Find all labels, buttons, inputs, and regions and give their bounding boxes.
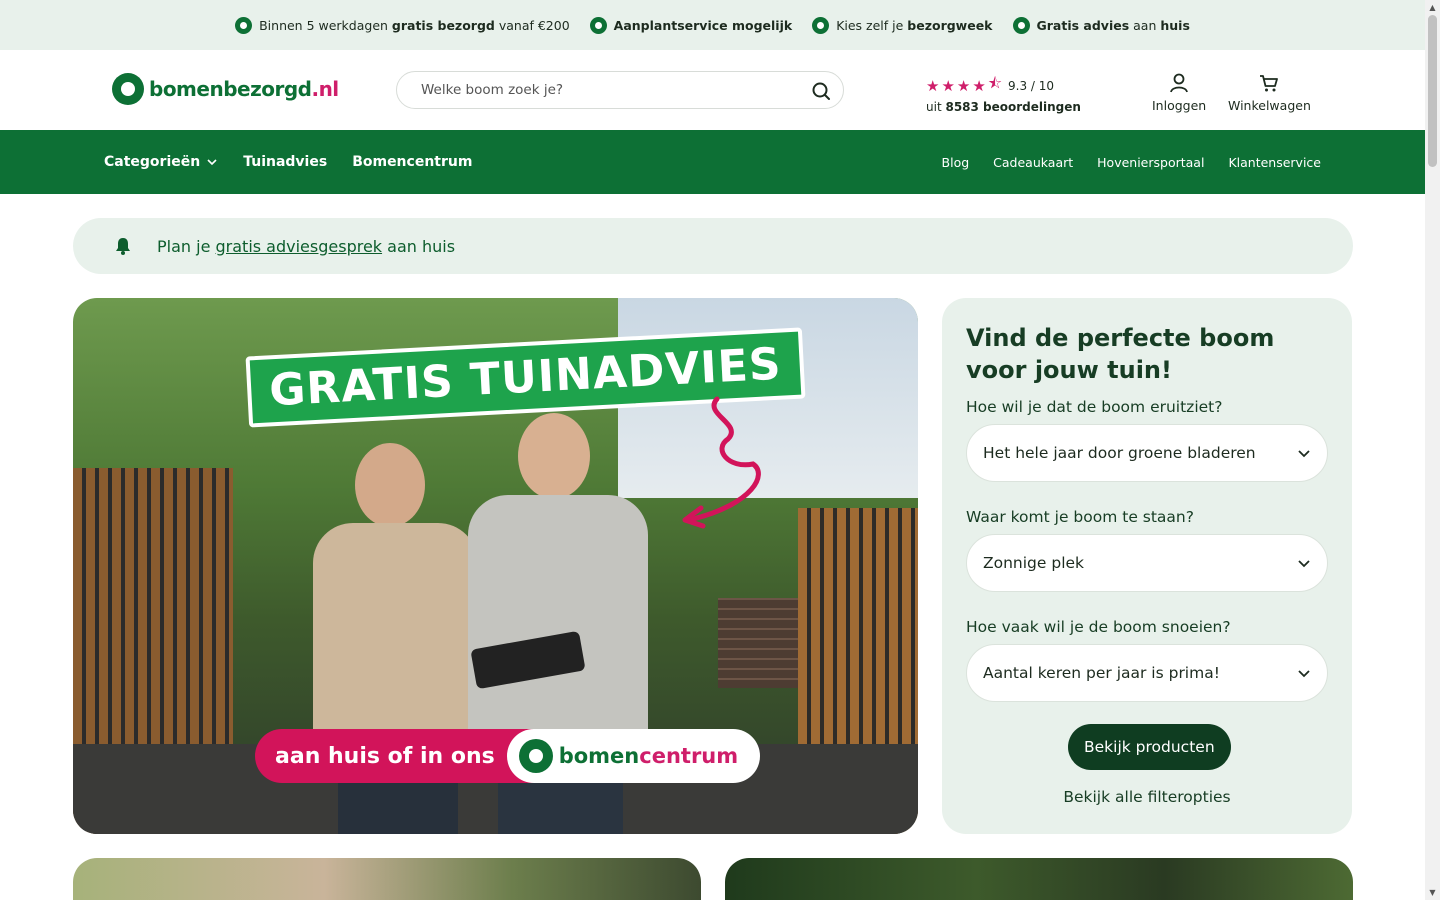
- usp-bold: gratis bezorgd: [391, 17, 495, 33]
- cart-label: Winkelwagen: [1228, 98, 1311, 113]
- chevron-down-icon: [207, 159, 217, 166]
- search-bar: [396, 71, 844, 109]
- advice-text: aan huis: [382, 236, 456, 256]
- chevron-down-icon: [1298, 670, 1310, 678]
- chevron-down-icon: [1298, 560, 1310, 568]
- bomencentrum-logo: bomencentrum: [506, 729, 761, 783]
- user-icon: [1170, 73, 1188, 93]
- promo-card[interactable]: [725, 858, 1353, 900]
- nav-item-label: Tuinadvies: [243, 154, 328, 170]
- scroll-up-icon[interactable]: ▲: [1428, 3, 1437, 12]
- clover-icon: [1012, 16, 1030, 34]
- rating-count-number: 8583 beoordelingen: [945, 100, 1081, 114]
- rating-count: uit 8583 beoordelingen: [926, 100, 1081, 114]
- select-value: Het hele jaar door groene bladeren: [983, 444, 1256, 462]
- logo-text-bezorgd: bezorgd: [223, 77, 312, 101]
- main-nav: Categorieën Tuinadvies Bomencentrum Blog…: [0, 130, 1425, 194]
- pruning-select[interactable]: Aantal keren per jaar is prima!: [966, 644, 1328, 702]
- promo-card[interactable]: [73, 858, 701, 900]
- nav-item-cadeaukaart[interactable]: Cadeaukaart: [993, 155, 1073, 170]
- logo-text-nl: .nl: [311, 77, 339, 101]
- star-icon: ★: [972, 76, 986, 95]
- advice-text: Plan je: [157, 236, 216, 256]
- scroll-thumb[interactable]: [1428, 15, 1437, 167]
- usp-item-delivery: Binnen 5 werkdagen gratis bezorgd vanaf …: [235, 16, 570, 34]
- view-products-button[interactable]: Bekijk producten: [1068, 724, 1231, 770]
- star-icon: ★: [941, 76, 955, 95]
- nav-item-bomencentrum[interactable]: Bomencentrum: [352, 154, 472, 170]
- rating-score: 9.3 / 10: [1008, 78, 1055, 93]
- search-icon[interactable]: [811, 81, 831, 101]
- clover-icon: [589, 16, 607, 34]
- curved-arrow-icon: [682, 396, 761, 529]
- nav-item-label: Bomencentrum: [352, 154, 473, 170]
- person-torso: [313, 523, 478, 763]
- usp-bold: bezorgweek: [907, 17, 993, 33]
- logo-text-bomen: bomen: [149, 77, 224, 101]
- appearance-select[interactable]: Het hele jaar door groene bladeren: [966, 424, 1328, 482]
- chevron-down-icon: [1298, 450, 1310, 458]
- rating-stars: ★ ★ ★ ★ ⯪ 9.3 / 10: [926, 73, 1081, 98]
- nav-item-tuinadvies[interactable]: Tuinadvies: [243, 154, 327, 170]
- logo-text-centrum: centrum: [639, 744, 739, 768]
- logo-icon: [112, 73, 144, 105]
- advice-link[interactable]: gratis adviesgesprek: [216, 237, 383, 256]
- page-scrollbar[interactable]: ▲ ▼: [1425, 0, 1440, 900]
- usp-text: Kies zelf je: [836, 17, 908, 33]
- usp-bar: Binnen 5 werkdagen gratis bezorgd vanaf …: [0, 0, 1425, 50]
- usp-bold: Gratis advies: [1036, 17, 1130, 33]
- hero-subtitle: aan huis of in ons bomencentrum: [255, 729, 761, 783]
- login-label: Inloggen: [1152, 98, 1207, 113]
- finder-question-label: Waar komt je boom te staan?: [966, 508, 1194, 526]
- select-value: Zonnige plek: [983, 554, 1085, 572]
- tree-finder: Vind de perfecte boom voor jouw tuin! Ho…: [942, 298, 1352, 834]
- search-input[interactable]: [421, 82, 791, 98]
- logo-text-bomen: bomen: [558, 744, 640, 768]
- nav-item-categories[interactable]: Categorieën: [104, 154, 218, 170]
- usp-item-week: Kies zelf je bezorgweek: [812, 16, 993, 34]
- select-value: Aantal keren per jaar is prima!: [983, 664, 1220, 682]
- usp-item-planting: Aanplantservice mogelijk: [589, 16, 793, 34]
- usp-text: Binnen 5 werkdagen: [259, 17, 392, 33]
- person-torso: [468, 495, 648, 755]
- star-icon: ★: [956, 76, 971, 95]
- site-logo[interactable]: bomenbezorgd.nl: [112, 73, 339, 105]
- scroll-down-icon[interactable]: ▼: [1428, 888, 1437, 897]
- hero-subtitle-text: aan huis of in ons: [255, 729, 533, 783]
- cart-icon: [1260, 75, 1279, 92]
- finder-question-label: Hoe vaak wil je de boom snoeien?: [966, 618, 1231, 636]
- person-head: [518, 413, 590, 499]
- finder-title: Vind de perfecte boom voor jouw tuin!: [966, 324, 1275, 384]
- nav-primary: Categorieën Tuinadvies Bomencentrum: [104, 130, 472, 194]
- clover-icon: [812, 16, 830, 34]
- nav-item-klantenservice[interactable]: Klantenservice: [1228, 155, 1321, 170]
- nav-item-hoveniersportaal[interactable]: Hoveniersportaal: [1097, 155, 1204, 170]
- bell-icon: [116, 238, 130, 255]
- usp-text: aan: [1129, 17, 1161, 33]
- advice-banner: Plan je gratis adviesgesprek aan huis: [73, 218, 1353, 274]
- hero-banner[interactable]: GRATIS TUINADVIES aan huis of in ons bom…: [73, 298, 918, 834]
- login-link[interactable]: Inloggen: [1152, 72, 1206, 113]
- finder-question-label: Hoe wil je dat de boom eruitziet?: [966, 398, 1223, 416]
- usp-item-advice: Gratis advies aan huis: [1012, 16, 1190, 34]
- nav-item-blog[interactable]: Blog: [942, 155, 970, 170]
- usp-bold: Aanplantservice mogelijk: [613, 17, 793, 33]
- half-star-icon: ⯪: [987, 74, 1003, 92]
- nav-secondary: Blog Cadeaukaart Hoveniersportaal Klante…: [942, 130, 1321, 194]
- usp-text: vanaf €200: [494, 17, 570, 33]
- star-icon: ★: [926, 76, 940, 95]
- logo-icon: [518, 739, 553, 773]
- review-rating[interactable]: ★ ★ ★ ★ ⯪ 9.3 / 10 uit 8583 beoordelinge…: [926, 73, 1081, 114]
- clover-icon: [235, 16, 253, 34]
- person-head: [355, 443, 425, 527]
- location-select[interactable]: Zonnige plek: [966, 534, 1328, 592]
- nav-item-label: Categorieën: [104, 154, 201, 170]
- cart-link[interactable]: Winkelwagen: [1228, 72, 1311, 113]
- site-header: bomenbezorgd.nl ★ ★ ★ ★ ⯪ 9.3 / 10 uit 8…: [0, 50, 1425, 130]
- all-filters-link[interactable]: Bekijk alle filteropties: [942, 788, 1352, 806]
- usp-bold: huis: [1160, 17, 1190, 33]
- rating-count-prefix: uit: [926, 100, 946, 114]
